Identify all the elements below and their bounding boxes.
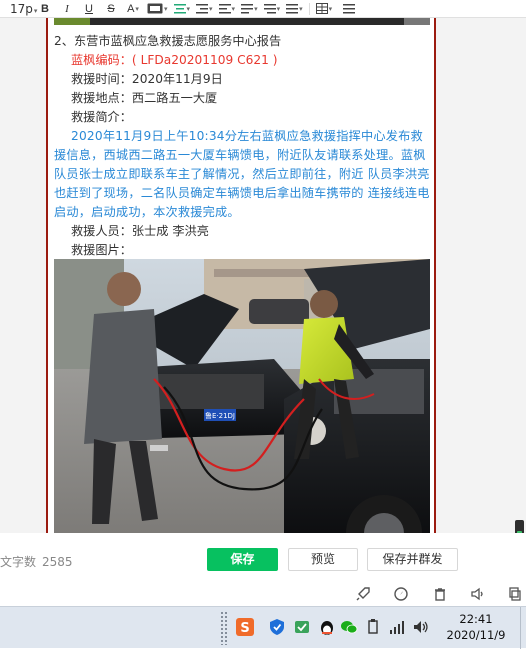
font-size-select[interactable]: 17p▾	[0, 0, 37, 18]
taskbar-clock[interactable]: 22:41 2020/11/9	[438, 611, 514, 643]
more-icon[interactable]	[341, 0, 357, 18]
background-color-icon[interactable]: ▾	[147, 0, 168, 18]
report-code: 蓝枫编码：( LFDa20201109 C621 )	[71, 53, 278, 67]
underline-icon[interactable]: U	[81, 0, 97, 18]
word-count-value: 2585	[42, 555, 73, 569]
windows-taskbar: S 22:41 2020/11/9	[0, 606, 526, 649]
italic-icon[interactable]: I	[59, 0, 75, 18]
list-icon[interactable]: ▾	[241, 0, 258, 18]
rescue-photo[interactable]: 鲁E·21DJ	[54, 259, 430, 533]
report-summary-text: 2020年11月9日上午10:34分左右蓝枫应急救援指挥中心发布救援信息，西城西…	[54, 129, 430, 219]
align-center-icon[interactable]: ▾	[173, 0, 190, 18]
toolbar-divider	[308, 2, 310, 15]
report-time: 救援时间：2020年11月9日	[71, 72, 223, 86]
report-heading: 2、东营市蓝枫应急救援志愿服务中心报告	[54, 34, 282, 48]
preview-button[interactable]: 预览	[288, 548, 358, 571]
rocket-icon[interactable]	[355, 586, 371, 602]
bold-icon[interactable]: B	[37, 0, 53, 18]
save-button[interactable]: 保存	[207, 548, 278, 571]
save-and-send-button[interactable]: 保存并群发	[367, 548, 458, 571]
license-plate: 鲁E·21DJ	[205, 411, 235, 420]
volume-icon[interactable]	[412, 618, 430, 636]
report-summary-label: 救援简介：	[71, 110, 132, 124]
clock-date: 2020/11/9	[446, 628, 506, 642]
indent-icon[interactable]: ▾	[196, 0, 213, 18]
font-color-icon[interactable]: A ▾	[125, 0, 141, 18]
outdent-icon[interactable]: ▾	[218, 0, 235, 18]
report-location: 救援地点：西二路五一大厦	[71, 91, 218, 105]
editor-footer: 文字数 2585 保存 预览 保存并群发	[0, 533, 526, 581]
report-rescuers: 救援人员：张士成 李洪亮	[71, 224, 209, 238]
editor-canvas: 2、东营市蓝枫应急救援志愿服务中心报告 蓝枫编码：( LFDa20201109 …	[0, 18, 526, 533]
usb-device-icon[interactable]	[364, 618, 382, 636]
word-count-label: 文字数	[0, 555, 37, 569]
taskbar-grip[interactable]	[220, 611, 228, 645]
svg-text:S: S	[240, 621, 249, 636]
sogou-ime-icon[interactable]: S	[236, 618, 254, 636]
security-check-icon[interactable]	[293, 618, 311, 636]
speaker-icon[interactable]	[470, 586, 486, 602]
clock-time: 22:41	[459, 612, 493, 626]
previous-image-strip	[54, 18, 430, 25]
report-text[interactable]: 2、东营市蓝枫应急救援志愿服务中心报告 蓝枫编码：( LFDa20201109 …	[54, 32, 432, 260]
word-count: 文字数 2585	[0, 553, 73, 570]
shield-icon[interactable]	[268, 618, 286, 636]
table-icon[interactable]: ▾	[315, 0, 332, 18]
line-spacing-icon[interactable]: ▾	[263, 0, 280, 18]
wechat-icon[interactable]	[340, 618, 358, 636]
compass-icon[interactable]	[393, 586, 409, 602]
status-icon-row	[0, 581, 526, 606]
editor-toolbar: 17p▾ B I U S A ▾ ▾ ▾ ▾ ▾ ▾ ▾ ▾ ▾	[0, 0, 526, 18]
qq-penguin-icon[interactable]	[318, 618, 336, 636]
copy-icon[interactable]	[507, 586, 523, 602]
article-body[interactable]: 2、东营市蓝枫应急救援志愿服务中心报告 蓝枫编码：( LFDa20201109 …	[46, 18, 436, 533]
show-desktop-button[interactable]	[520, 607, 526, 649]
network-signal-icon[interactable]	[388, 618, 406, 636]
trash-icon[interactable]	[432, 586, 448, 602]
strikethrough-icon[interactable]: S	[103, 0, 119, 18]
font-size-value: 17p	[10, 1, 33, 16]
paragraph-icon[interactable]: ▾	[286, 0, 303, 18]
report-photo-label: 救援图片：	[71, 243, 132, 257]
